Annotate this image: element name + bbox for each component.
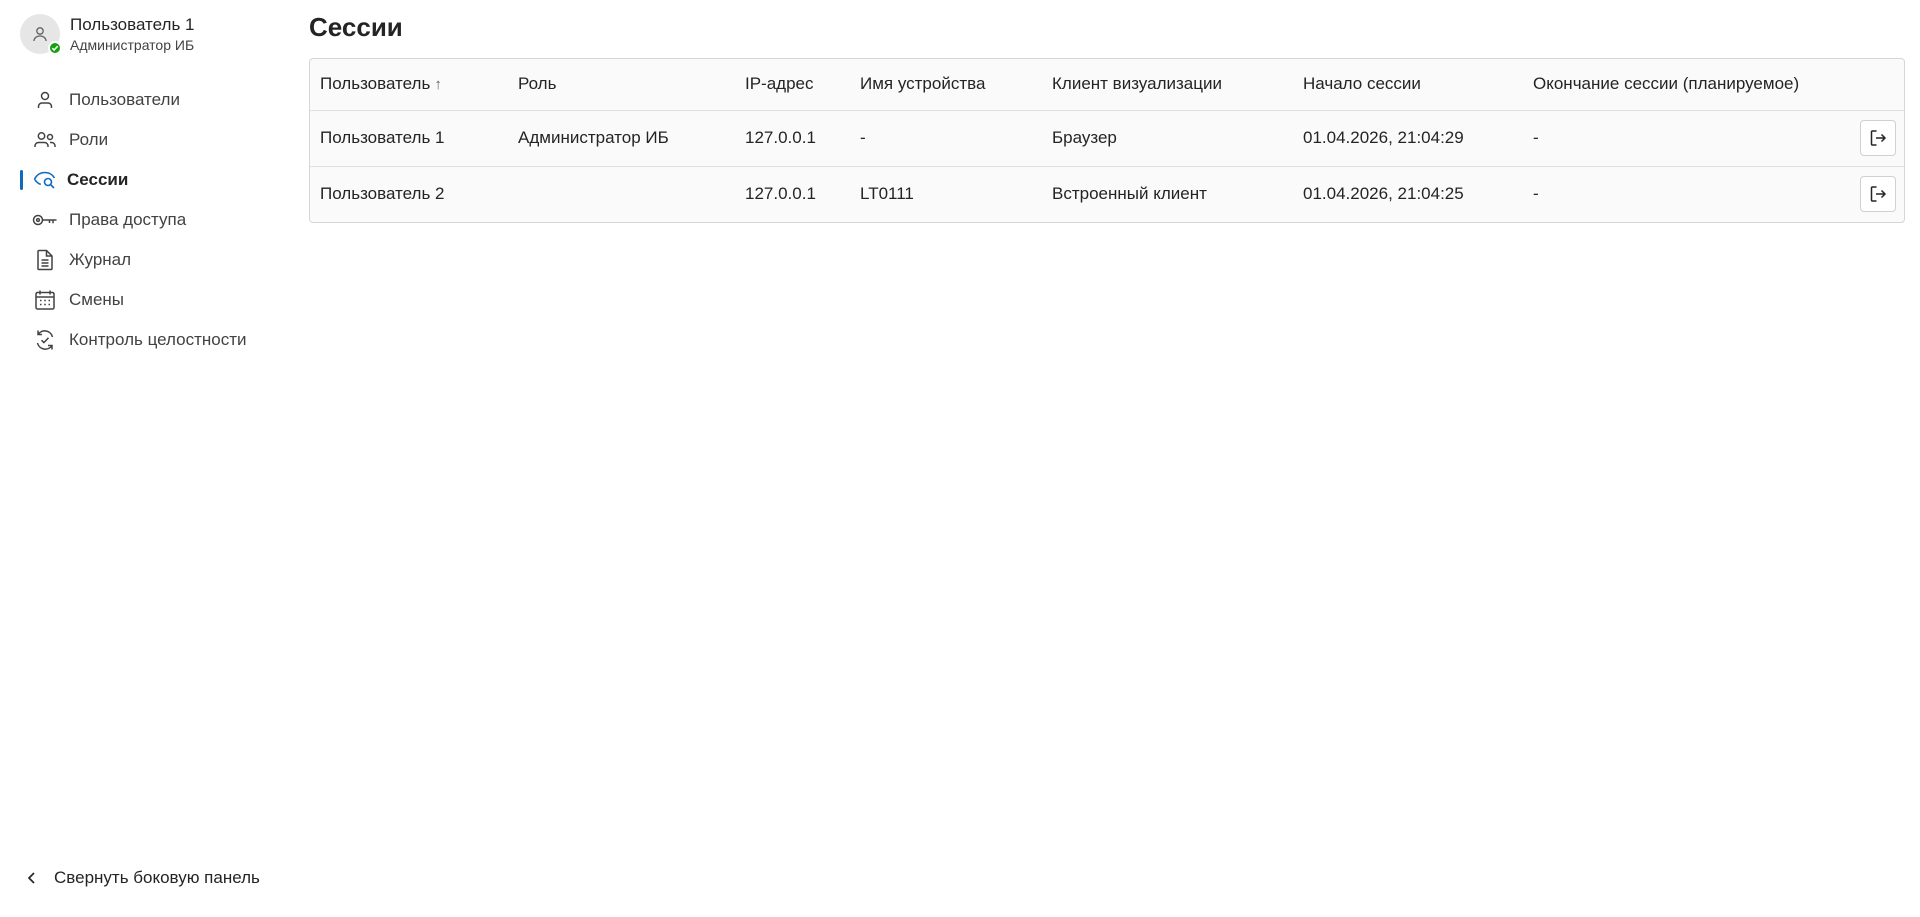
sidebar-item-roles[interactable]: Роли bbox=[0, 120, 290, 160]
calendar-icon bbox=[32, 288, 58, 312]
sidebar-item-label: Пользователи bbox=[69, 90, 180, 109]
sidebar-item-label: Контроль целостности bbox=[69, 330, 247, 349]
cell-session-start: 01.04.2026, 21:04:25 bbox=[1303, 184, 1464, 204]
document-icon bbox=[32, 248, 58, 272]
cell-user: Пользователь 1 bbox=[310, 110, 508, 167]
eye-search-icon bbox=[32, 168, 58, 192]
sidebar-item-integrity-control[interactable]: Контроль целостности bbox=[0, 320, 290, 360]
column-header-device-name[interactable]: Имя устройства bbox=[850, 59, 1042, 111]
cell-device-name: - bbox=[850, 110, 1042, 167]
column-header-user[interactable]: Пользователь ↑ bbox=[310, 59, 508, 111]
table-row[interactable]: Пользователь 2 127.0.0.1 LT0111 Встроенн… bbox=[310, 166, 1904, 222]
sidebar-item-users[interactable]: Пользователи bbox=[0, 80, 290, 120]
column-header-role[interactable]: Роль bbox=[508, 59, 735, 111]
sidebar-item-label: Роли bbox=[69, 130, 109, 149]
user-profile[interactable]: Пользователь 1 Администратор ИБ bbox=[20, 14, 195, 55]
cell-session-end: - bbox=[1523, 110, 1850, 167]
sidebar-item-sessions[interactable]: Сессии bbox=[0, 160, 290, 200]
people-icon bbox=[32, 128, 58, 152]
column-header-session-end[interactable]: Окончание сессии (планируемое) bbox=[1523, 59, 1850, 111]
sidebar-item-access-rights[interactable]: Права доступа bbox=[0, 200, 290, 240]
sidebar-item-shifts[interactable]: Смены bbox=[0, 280, 290, 320]
column-header-client[interactable]: Клиент визуализации bbox=[1042, 59, 1293, 111]
profile-name: Пользователь 1 bbox=[70, 15, 195, 34]
key-icon bbox=[32, 208, 58, 232]
cell-client: Встроенный клиент bbox=[1052, 184, 1207, 204]
sidebar-item-journal[interactable]: Журнал bbox=[0, 240, 290, 280]
cell-ip: 127.0.0.1 bbox=[735, 110, 850, 167]
column-header-actions bbox=[1850, 59, 1904, 111]
cell-role: Администратор ИБ bbox=[508, 110, 735, 167]
sign-out-icon bbox=[1870, 186, 1887, 202]
sidebar-item-label: Смены bbox=[69, 290, 125, 309]
sidebar: Пользователь 1 Администратор ИБ Пользова… bbox=[0, 0, 290, 917]
cell-session-start: 01.04.2026, 21:04:29 bbox=[1293, 110, 1523, 167]
end-session-button[interactable] bbox=[1860, 120, 1896, 156]
cell-ip: 127.0.0.1 bbox=[745, 184, 816, 204]
sidebar-item-label: Сессии bbox=[67, 170, 129, 189]
table-header-row: Пользователь ↑ Роль IP-адрес Имя устройст… bbox=[310, 59, 1904, 111]
cell-role bbox=[508, 166, 735, 222]
avatar bbox=[20, 14, 62, 55]
check-icon bbox=[51, 45, 59, 52]
profile-role: Администратор ИБ bbox=[70, 37, 195, 53]
cell-actions bbox=[1850, 166, 1904, 222]
sidebar-item-label: Журнал bbox=[69, 250, 132, 269]
column-header-session-start[interactable]: Начало сессии bbox=[1293, 59, 1523, 111]
column-header-ip[interactable]: IP-адрес bbox=[735, 59, 850, 111]
cell-session-end: - bbox=[1533, 184, 1539, 204]
person-icon bbox=[32, 88, 58, 112]
column-header-label: Пользователь bbox=[320, 74, 431, 94]
app-root: Пользователь 1 Администратор ИБ Пользова… bbox=[0, 0, 1920, 917]
sidebar-item-label: Права доступа bbox=[69, 210, 187, 229]
person-icon bbox=[33, 27, 47, 42]
active-indicator bbox=[20, 170, 23, 190]
sort-ascending-icon: ↑ bbox=[434, 76, 442, 94]
end-session-button[interactable] bbox=[1860, 176, 1896, 213]
cell-device-name: LT0111 bbox=[860, 184, 914, 204]
page-title: Сессии bbox=[309, 12, 403, 42]
status-badge bbox=[48, 41, 62, 55]
cell-client: Браузер bbox=[1042, 110, 1293, 167]
sign-out-icon bbox=[1870, 130, 1887, 146]
sync-check-icon bbox=[32, 328, 58, 352]
table-row[interactable]: Пользователь 1 Администратор ИБ 127.0.0.… bbox=[310, 110, 1904, 167]
cell-actions bbox=[1850, 110, 1904, 167]
collapse-sidebar-label: Свернуть боковую панель bbox=[54, 868, 260, 887]
sessions-table: Пользователь ↑ Роль IP-адрес Имя устройст… bbox=[309, 58, 1905, 223]
cell-user: Пользователь 2 bbox=[320, 184, 445, 204]
sidebar-nav: Пользователи Роли Сессии Права доступа Ж… bbox=[0, 80, 290, 360]
chevron-left-icon bbox=[27, 872, 35, 884]
collapse-sidebar-button[interactable]: Свернуть боковую панель bbox=[24, 866, 260, 890]
